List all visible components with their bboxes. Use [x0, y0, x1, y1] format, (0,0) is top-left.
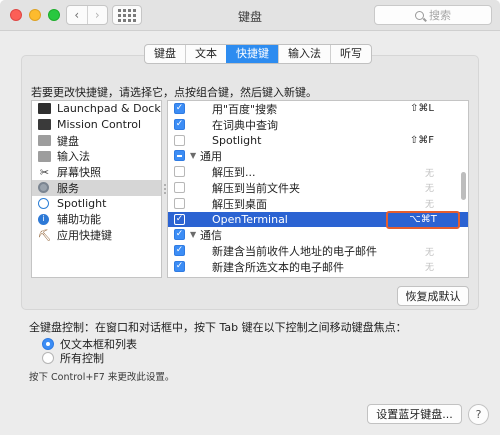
title-bar: ‹ › 键盘 搜索: [0, 0, 500, 31]
shortcut-row[interactable]: 解压到桌面 无: [168, 196, 468, 212]
mission-control-icon: [38, 119, 51, 131]
shortcut-list-scrollbar[interactable]: [461, 172, 466, 200]
category-item-keyboard[interactable]: 键盘: [32, 133, 161, 149]
category-label: Mission Control: [57, 118, 142, 132]
category-item-input-sources[interactable]: 输入法: [32, 148, 161, 164]
category-label: 辅助功能: [57, 213, 101, 227]
shortcut-checkbox[interactable]: [174, 197, 185, 209]
category-item-screenshots[interactable]: ✂ 屏幕快照: [32, 164, 161, 180]
shortcut-key[interactable]: ⇧⌘L: [410, 103, 434, 114]
screenshot-icon: ✂: [39, 165, 50, 179]
shortcut-label: 新建含当前收件人地址的电子邮件: [212, 245, 377, 259]
category-label: 输入法: [57, 150, 90, 164]
category-item-launchpad[interactable]: Launchpad & Dock: [32, 101, 161, 117]
search-field[interactable]: 搜索: [374, 5, 492, 25]
category-item-spotlight[interactable]: Spotlight: [32, 196, 161, 212]
tab-shortcuts[interactable]: 快捷键: [226, 45, 278, 63]
disclosure-triangle-icon[interactable]: ▼: [190, 275, 196, 277]
shortcut-row[interactable]: ✓ 用"百度"搜索 ⇧⌘L: [168, 101, 468, 117]
group-label: 通用: [200, 150, 222, 164]
shortcut-checkbox[interactable]: [174, 166, 185, 178]
shortcut-key[interactable]: 无: [425, 166, 434, 179]
group-checkbox[interactable]: ✓: [174, 229, 185, 241]
group-label: 通信: [200, 229, 222, 243]
search-placeholder: 搜索: [429, 9, 451, 22]
category-item-app-shortcuts[interactable]: ⛏ 应用快捷键: [32, 227, 161, 243]
shortcut-key[interactable]: 无: [425, 181, 434, 194]
app-shortcuts-icon: ⛏: [37, 228, 52, 242]
disclosure-triangle-icon[interactable]: ▼: [190, 148, 196, 164]
tab-dictation[interactable]: 听写: [330, 45, 371, 63]
shortcut-row[interactable]: ✓ 新建含当前收件人地址的电子邮件 无: [168, 243, 468, 259]
shortcut-key-highlighted[interactable]: ⌥⌘T: [386, 210, 460, 229]
shortcut-row[interactable]: ✓ 在词典中查询: [168, 117, 468, 133]
shortcut-key[interactable]: 无: [425, 260, 434, 273]
category-list: Launchpad & Dock Mission Control 键盘 输入法 …: [31, 100, 162, 278]
shortcut-label: 解压到...: [212, 166, 256, 180]
preference-tabs: 键盘 文本 快捷键 输入法 听写: [144, 44, 372, 64]
shortcut-key[interactable]: ⇧⌘F: [410, 135, 434, 146]
shortcut-label: 用"百度"搜索: [212, 102, 278, 116]
shortcut-group-row[interactable]: ✓ ▼ 图片: [168, 275, 468, 278]
disclosure-triangle-icon[interactable]: ▼: [190, 227, 196, 243]
spotlight-icon: [38, 198, 49, 210]
input-method-icon: [38, 150, 51, 162]
setup-bluetooth-keyboard-button[interactable]: 设置蓝牙键盘...: [367, 404, 462, 424]
tab-keyboard[interactable]: 键盘: [145, 45, 185, 63]
tab-input-sources[interactable]: 输入法: [278, 45, 330, 63]
search-icon: [415, 10, 424, 20]
shortcut-list: ✓ 用"百度"搜索 ⇧⌘L ✓ 在词典中查询 Spotlight ⇧⌘F ▼ 通…: [167, 100, 469, 278]
shortcut-checkbox[interactable]: [174, 181, 185, 193]
instruction-text: 若要更改快捷键，请选择它，点按组合键，然后键入新键。: [31, 86, 317, 99]
category-item-services[interactable]: 服务: [32, 179, 161, 196]
category-item-accessibility[interactable]: i 辅助功能: [32, 212, 161, 228]
category-label: Spotlight: [57, 197, 107, 211]
radio-all-controls[interactable]: 所有控制: [42, 350, 104, 366]
category-label: 服务: [57, 181, 79, 195]
shortcut-checkbox[interactable]: ✓: [174, 213, 185, 225]
radio-button[interactable]: [42, 352, 54, 364]
shortcut-checkbox[interactable]: ✓: [174, 118, 185, 130]
shortcut-label: OpenTerminal: [212, 212, 288, 226]
help-button[interactable]: ?: [468, 404, 489, 425]
shortcut-checkbox[interactable]: ✓: [174, 245, 185, 257]
shortcut-label: Spotlight: [212, 133, 262, 147]
shortcut-row[interactable]: 解压到... 无: [168, 164, 468, 180]
launchpad-icon: [38, 103, 51, 115]
category-label: 屏幕快照: [57, 166, 101, 180]
category-item-mission-control[interactable]: Mission Control: [32, 117, 161, 133]
full-keyboard-access-label: 全键盘控制：在窗口和对话框中，按下 Tab 键在以下控制之间移动键盘焦点：: [29, 321, 407, 334]
shortcut-label: 在词典中查询: [212, 118, 278, 132]
radio-label: 所有控制: [60, 352, 104, 365]
shortcut-checkbox[interactable]: ✓: [174, 103, 185, 114]
accessibility-icon: i: [38, 213, 49, 225]
group-checkbox[interactable]: [174, 150, 185, 162]
keyboard-preferences-window: ‹ › 键盘 搜索 键盘 文本 快捷键 输入法 听写 若要更改快捷键，请选择它，…: [0, 0, 500, 435]
footnote-text: 按下 Control+F7 来更改此设置。: [29, 372, 175, 383]
shortcut-label: 新建含所选文本的电子邮件: [212, 260, 344, 274]
shortcut-row[interactable]: Spotlight ⇧⌘F: [168, 133, 468, 149]
category-label: 应用快捷键: [57, 229, 112, 243]
shortcut-checkbox[interactable]: [174, 134, 185, 146]
shortcut-group-row[interactable]: ✓ ▼ 通信: [168, 227, 468, 243]
keyboard-icon: [38, 134, 51, 146]
shortcut-label: 解压到当前文件夹: [212, 181, 300, 195]
shortcut-label: 解压到桌面: [212, 197, 267, 211]
category-label: Launchpad & Dock: [57, 102, 161, 116]
radio-button-selected[interactable]: [42, 338, 54, 350]
shortcut-key[interactable]: 无: [425, 197, 434, 210]
shortcut-row[interactable]: 解压到当前文件夹 无: [168, 180, 468, 196]
services-gear-icon: [38, 182, 49, 194]
shortcut-checkbox[interactable]: ✓: [174, 260, 185, 272]
group-checkbox[interactable]: ✓: [174, 276, 185, 277]
tab-text[interactable]: 文本: [185, 45, 226, 63]
shortcut-row[interactable]: ✓ 新建含所选文本的电子邮件 无: [168, 259, 468, 275]
restore-defaults-button[interactable]: 恢复成默认: [397, 286, 469, 306]
shortcut-key[interactable]: 无: [425, 245, 434, 258]
shortcut-row-selected[interactable]: ✓ OpenTerminal ⌥⌘T: [168, 210, 468, 229]
category-label: 键盘: [57, 134, 79, 148]
shortcut-group-row[interactable]: ▼ 通用: [168, 148, 468, 164]
group-label: 图片: [200, 275, 222, 278]
